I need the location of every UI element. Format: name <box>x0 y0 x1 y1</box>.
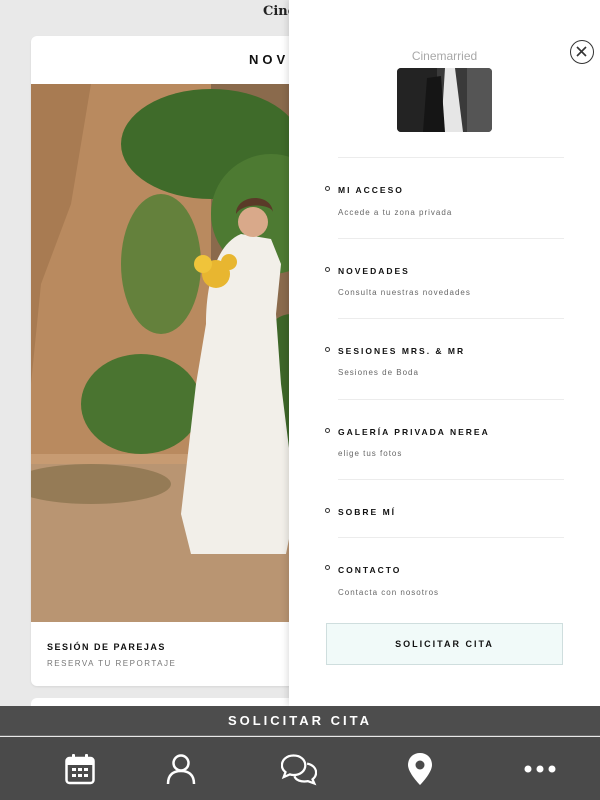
bullet-icon <box>325 347 330 352</box>
user-icon[interactable] <box>163 751 199 787</box>
bullet-icon <box>325 508 330 513</box>
bullet-icon <box>325 428 330 433</box>
news-card[interactable]: NOVEDADES SESIÓN DE PAREJAS RESERVA TU R… <box>31 36 331 686</box>
location-pin-icon[interactable] <box>402 751 438 787</box>
drawer-solicitar-cita-button[interactable]: SOLICITAR CITA <box>326 623 563 665</box>
menu-item-desc: Consulta nuestras novedades <box>338 288 471 297</box>
bullet-icon <box>325 267 330 272</box>
logo-text: Cinemarried <box>411 49 478 63</box>
menu-item-desc: Contacta con nosotros <box>338 588 440 597</box>
card-heading: NOVEDADES <box>31 36 331 84</box>
card-caption-subtitle: RESERVA TU REPORTAJE <box>47 659 177 668</box>
card-photo[interactable] <box>31 84 331 622</box>
calendar-icon[interactable] <box>62 751 98 787</box>
menu-item-contacto[interactable]: CONTACTO Contacta con nosotros <box>325 537 564 599</box>
menu-item-label: SOBRE MÍ <box>338 507 397 517</box>
menu-item-label: NOVEDADES <box>338 266 410 276</box>
card-caption-title: SESIÓN DE PAREJAS <box>47 642 166 652</box>
bullet-icon <box>325 186 330 191</box>
close-icon[interactable] <box>570 40 594 64</box>
menu-item-novedades[interactable]: NOVEDADES Consulta nuestras novedades <box>325 238 564 318</box>
more-icon[interactable] <box>522 751 558 787</box>
bullet-icon <box>325 565 330 570</box>
menu-item-sesiones[interactable]: SESIONES MRS. & MR Sesiones de Boda <box>325 318 564 399</box>
menu-item-label: SESIONES MRS. & MR <box>338 346 466 356</box>
menu-item-mi-acceso[interactable]: MI ACCESO Accede a tu zona privada <box>325 157 564 238</box>
logo-image <box>397 68 492 132</box>
menu-item-sobre-mi[interactable]: SOBRE MÍ <box>325 479 564 537</box>
bottom-nav <box>0 737 600 800</box>
menu-item-label: MI ACCESO <box>338 185 404 195</box>
menu-item-label: GALERÍA PRIVADA NEREA <box>338 427 490 437</box>
side-drawer: Cinemarried MI ACCESO Accede a tu zona p… <box>289 0 600 706</box>
drawer-menu: MI ACCESO Accede a tu zona privada NOVED… <box>325 157 564 599</box>
menu-item-desc: Accede a tu zona privada <box>338 208 453 217</box>
menu-item-galeria-privada[interactable]: GALERÍA PRIVADA NEREA elige tus fotos <box>325 399 564 479</box>
menu-item-desc: Sesiones de Boda <box>338 368 419 377</box>
menu-item-desc: elige tus fotos <box>338 449 403 458</box>
chat-icon[interactable] <box>281 751 317 787</box>
solicitar-cita-bar[interactable]: SOLICITAR CITA <box>0 706 600 736</box>
menu-item-label: CONTACTO <box>338 565 402 575</box>
